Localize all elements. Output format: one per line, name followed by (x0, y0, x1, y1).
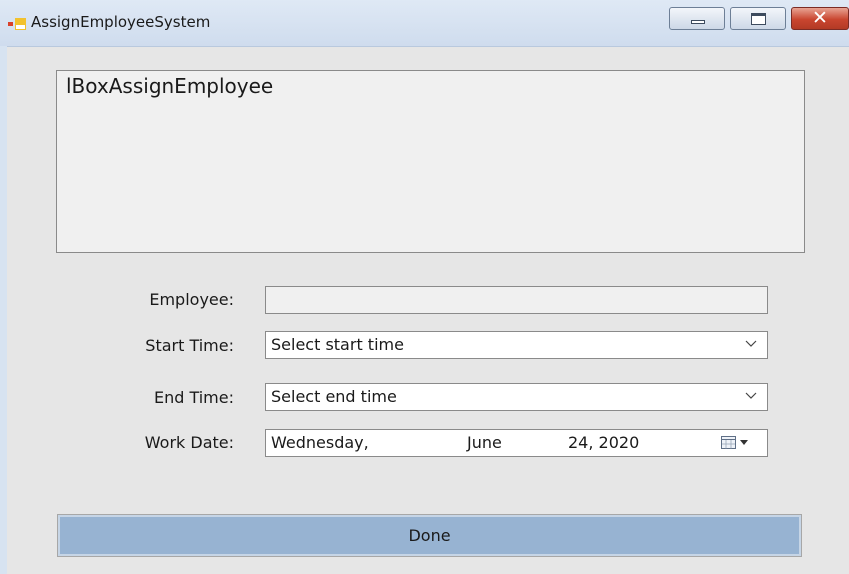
calendar-dropdown-icon[interactable] (721, 436, 754, 450)
end-time-label: End Time: (153, 388, 234, 407)
listbox-text: lBoxAssignEmployee (66, 74, 274, 98)
end-time-dropdown[interactable]: Select end time (265, 383, 768, 411)
minimize-icon (691, 20, 705, 24)
employee-label: Employee: (149, 290, 234, 309)
maximize-icon (751, 13, 766, 25)
date-month[interactable]: June (467, 433, 502, 452)
work-date-picker[interactable]: Wednesday, June 24, 2020 (265, 429, 768, 457)
close-icon: ✕ (812, 7, 828, 29)
maximize-button[interactable] (730, 7, 786, 30)
chevron-down-icon (745, 340, 757, 347)
app-icon (8, 18, 26, 30)
start-time-value: Select start time (271, 335, 404, 354)
window-left-edge (0, 46, 7, 574)
window-title: AssignEmployeeSystem (31, 13, 211, 31)
end-time-value: Select end time (271, 387, 397, 406)
minimize-button[interactable] (669, 7, 725, 30)
chevron-down-icon (745, 392, 757, 399)
work-date-label: Work Date: (144, 433, 234, 452)
app-window: AssignEmployeeSystem ✕ lBoxAssignEmploye… (0, 0, 849, 574)
done-button[interactable]: Done (57, 514, 802, 557)
start-time-dropdown[interactable]: Select start time (265, 331, 768, 359)
date-weekday[interactable]: Wednesday, (271, 433, 369, 452)
start-time-label: Start Time: (145, 336, 234, 355)
title-bar[interactable]: AssignEmployeeSystem ✕ (0, 0, 849, 47)
date-day-year[interactable]: 24, 2020 (568, 433, 639, 452)
employee-field[interactable] (265, 286, 768, 314)
assign-employee-listbox[interactable]: lBoxAssignEmployee (56, 70, 805, 253)
close-button[interactable]: ✕ (791, 7, 849, 30)
